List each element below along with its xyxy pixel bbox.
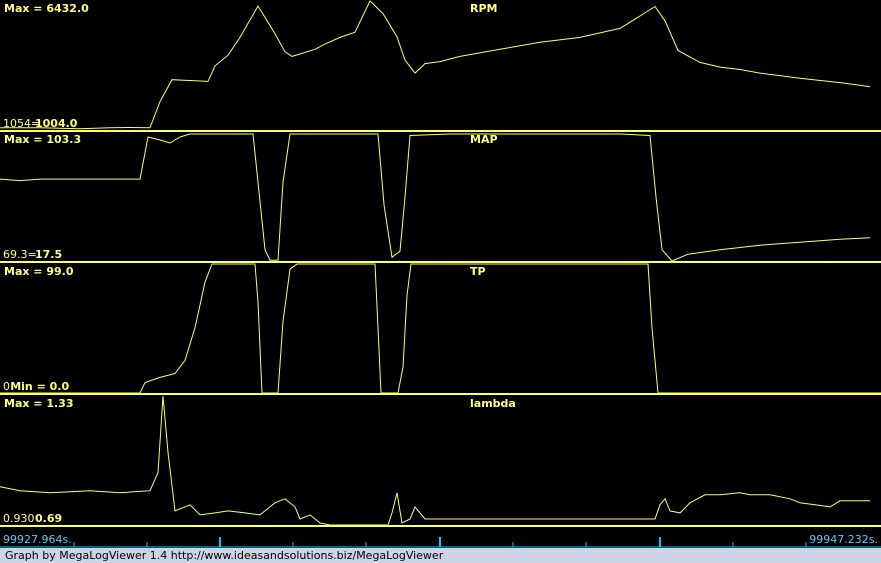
current-value-label: 0 bbox=[3, 380, 10, 393]
channel-name: MAP bbox=[470, 133, 498, 146]
max-label: Max = 99.0 bbox=[4, 265, 74, 278]
panel-rpm: Max = 6432.0 RPM1054=1004.0 bbox=[0, 0, 881, 132]
channel-name: lambda bbox=[470, 397, 516, 410]
channel-name: TP bbox=[470, 265, 486, 278]
max-label: Max = 1.33 bbox=[4, 397, 73, 410]
time-axis: 99927.964s. 99947.232s. bbox=[0, 533, 881, 548]
series-line-lambda bbox=[0, 395, 870, 526]
min-label: 0.69 bbox=[35, 512, 62, 525]
panel-map: Max = 103.3 MAP 69.3=17.5 bbox=[0, 133, 881, 263]
panel-tp: Max = 99.0 TP 0 Min = 0.0 bbox=[0, 263, 881, 395]
time-start-label: 99927.964s. bbox=[3, 533, 72, 546]
channel-name: RPM bbox=[470, 2, 497, 15]
min-label: 1004.0 bbox=[35, 117, 78, 130]
current-value-label: 69.3= bbox=[3, 248, 37, 261]
min-label: 17.5 bbox=[35, 248, 62, 261]
current-value-label: 0.930 bbox=[3, 512, 35, 525]
log-graph[interactable]: Max = 6432.0 RPM1054=1004.0Max = 103.3 MAP… bbox=[0, 0, 881, 548]
time-end-label: 99947.232s. bbox=[809, 533, 878, 546]
series-line-rpm bbox=[0, 0, 871, 130]
max-label: Max = 6432.0 bbox=[4, 2, 89, 15]
min-label: Min = 0.0 bbox=[10, 380, 69, 393]
panel-lambda: Max = 1.33 lambda 0.930 0.69 bbox=[0, 395, 881, 527]
footer-credit: Graph by MegaLogViewer 1.4 http://www.id… bbox=[0, 548, 881, 563]
max-label: Max = 103.3 bbox=[4, 133, 81, 146]
series-line-map bbox=[0, 133, 871, 262]
series-line-tp bbox=[0, 263, 881, 394]
